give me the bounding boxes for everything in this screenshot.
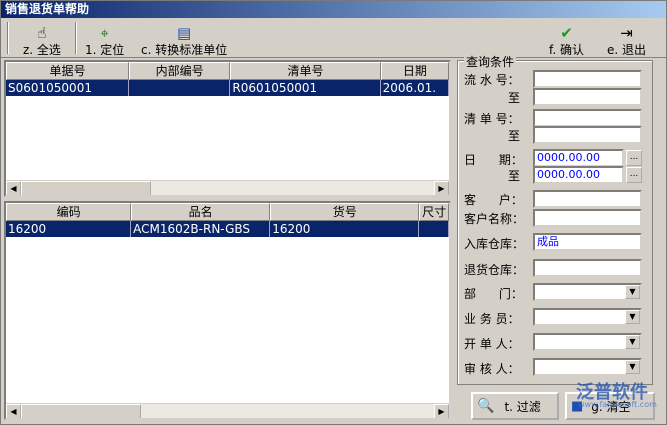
chevron-down-icon[interactable]: ▼ xyxy=(625,285,640,299)
column-header[interactable]: 编码 xyxy=(6,203,132,221)
table-cell: 16200 xyxy=(6,221,132,237)
return-warehouse-input[interactable] xyxy=(533,259,642,277)
column-header[interactable]: 单据号 xyxy=(6,62,129,80)
select-all-button[interactable]: ☝ z. 全选 xyxy=(23,21,61,57)
hand-pointer-icon: ☝ xyxy=(37,24,47,42)
chevron-down-icon[interactable]: ▼ xyxy=(625,335,640,349)
column-header[interactable]: 尺寸 xyxy=(419,203,449,221)
list-no-from-input[interactable] xyxy=(533,109,642,127)
column-header[interactable]: 品名 xyxy=(131,203,271,221)
list-to-label: 至 xyxy=(508,129,521,143)
window-title: 销售退货单帮助 xyxy=(1,1,666,18)
serial-no-label: 流 水 号： xyxy=(464,73,520,87)
list-no-to-input[interactable] xyxy=(533,126,642,144)
scroll-thumb[interactable] xyxy=(21,181,151,195)
table-cell xyxy=(129,80,231,96)
customer-input[interactable] xyxy=(533,190,642,208)
query-legend: 查询条件 xyxy=(464,53,517,70)
query-conditions-panel: 查询条件 流 水 号： 至 清 单 号： 至 日 期： 0000.00.00 .… xyxy=(457,53,653,385)
customer-name-input[interactable] xyxy=(533,209,642,227)
item-grid[interactable]: 编码 品名 货号 尺寸 16200 ACM1602B-RN-GBS 16200 … xyxy=(4,201,451,420)
watermark-logo: 泛普软件 www.fanpusoft.com xyxy=(536,378,666,412)
exit-label: e. 退出 xyxy=(607,43,647,57)
item-grid-header: 编码 品名 货号 尺寸 xyxy=(6,203,449,221)
department-label: 部 门： xyxy=(464,287,523,301)
confirm-label: f. 确认 xyxy=(549,43,584,57)
column-header[interactable]: 内部编号 xyxy=(128,62,231,80)
table-cell: S0601050001 xyxy=(6,80,129,96)
sales-return-help-window: 销售退货单帮助 ☝ z. 全选 ⌖ 1. 定位 ▤ c. 转换标准单位 ✔ f.… xyxy=(0,0,667,425)
customer-name-label: 客户名称： xyxy=(464,212,525,226)
document-grid[interactable]: 单据号 内部编号 清单号 日期 S0601050001 R0601050001 … xyxy=(4,60,451,197)
chevron-down-icon[interactable]: ▼ xyxy=(625,360,640,374)
horizontal-scrollbar[interactable]: ◀ ▶ xyxy=(6,403,449,418)
confirm-button[interactable]: ✔ f. 确认 xyxy=(549,21,584,57)
list-no-label: 清 单 号： xyxy=(464,112,520,126)
watermark-url: www.fanpusoft.com xyxy=(578,400,657,409)
issuer-label: 开 单 人： xyxy=(464,337,520,351)
table-cell: 16200 xyxy=(270,221,420,237)
serial-no-to-input[interactable] xyxy=(533,88,642,106)
table-row[interactable]: 16200 ACM1602B-RN-GBS 16200 xyxy=(6,221,449,237)
salesman-label: 业 务 员： xyxy=(464,312,520,326)
convert-unit-label: c. 转换标准单位 xyxy=(141,43,228,57)
exit-button[interactable]: ⇥ e. 退出 xyxy=(607,21,646,57)
locate-label: 1. 定位 xyxy=(85,43,125,57)
document-grid-header: 单据号 内部编号 清单号 日期 xyxy=(6,62,449,80)
convert-unit-button[interactable]: ▤ c. 转换标准单位 xyxy=(141,21,227,57)
serial-to-label: 至 xyxy=(508,91,521,105)
column-header[interactable]: 日期 xyxy=(380,62,449,80)
table-row[interactable]: S0601050001 R0601050001 2006.01. xyxy=(6,80,449,96)
in-warehouse-input[interactable]: 成品 xyxy=(533,233,642,251)
horizontal-scrollbar[interactable]: ◀ ▶ xyxy=(6,180,449,195)
table-cell: 2006.01. xyxy=(381,80,449,96)
customer-label: 客 户： xyxy=(464,193,523,207)
scroll-left-arrow-icon[interactable]: ◀ xyxy=(6,181,21,195)
locate-button[interactable]: ⌖ 1. 定位 xyxy=(85,21,124,57)
return-warehouse-label: 退货仓库： xyxy=(464,263,525,277)
checkmark-icon: ✔ xyxy=(560,24,573,42)
auditor-label: 审 核 人： xyxy=(464,362,520,376)
scroll-left-arrow-icon[interactable]: ◀ xyxy=(6,404,21,418)
toolbar-separator xyxy=(75,22,77,54)
table-cell: R0601050001 xyxy=(230,80,381,96)
table-cell: ACM1602B-RN-GBS xyxy=(131,221,271,237)
in-warehouse-label: 入库仓库： xyxy=(464,237,525,251)
scroll-thumb[interactable] xyxy=(21,404,141,418)
magnifier-icon: 🔍 xyxy=(477,398,495,414)
chevron-down-icon[interactable]: ▼ xyxy=(625,310,640,324)
date-to-label: 至 xyxy=(508,169,521,183)
column-header[interactable]: 清单号 xyxy=(230,62,381,80)
serial-no-from-input[interactable] xyxy=(533,70,642,88)
date-label: 日 期： xyxy=(464,153,523,167)
select-all-label: z. 全选 xyxy=(23,43,61,57)
table-cell xyxy=(419,221,449,237)
toolbar: ☝ z. 全选 ⌖ 1. 定位 ▤ c. 转换标准单位 ✔ f. 确认 ⇥ e.… xyxy=(1,18,666,58)
toolbar-separator xyxy=(7,22,9,54)
scroll-right-arrow-icon[interactable]: ▶ xyxy=(434,181,449,195)
column-header[interactable]: 货号 xyxy=(270,203,420,221)
date-from-picker-button[interactable]: ... xyxy=(626,150,642,166)
date-from-input[interactable]: 0000.00.00 xyxy=(533,149,624,167)
date-to-input[interactable]: 0000.00.00 xyxy=(533,166,624,184)
document-icon: ▤ xyxy=(177,24,192,42)
scroll-right-arrow-icon[interactable]: ▶ xyxy=(434,404,449,418)
exit-door-icon: ⇥ xyxy=(620,24,633,42)
date-to-picker-button[interactable]: ... xyxy=(626,167,642,183)
locate-icon: ⌖ xyxy=(100,24,109,42)
